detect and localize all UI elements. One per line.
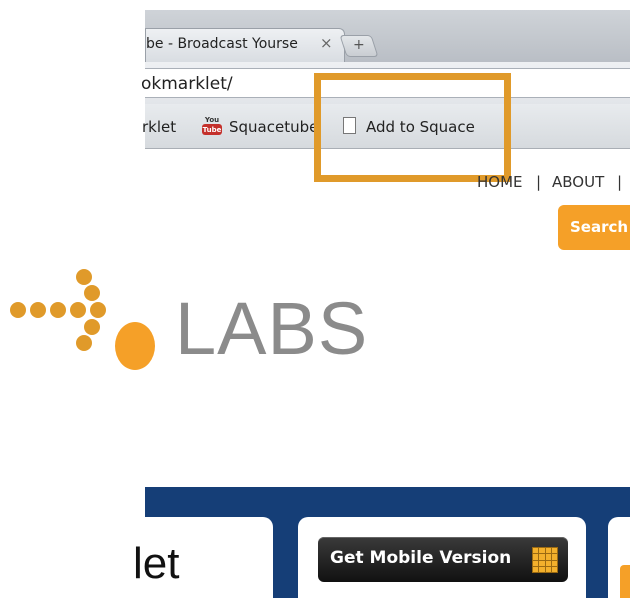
card-accent bbox=[620, 565, 630, 598]
get-mobile-version-button[interactable]: Get Mobile Version bbox=[318, 537, 568, 582]
arrow-icon bbox=[10, 269, 106, 351]
nav-home[interactable]: HOME bbox=[477, 173, 523, 191]
logo-mark bbox=[115, 322, 155, 370]
close-icon[interactable]: × bbox=[320, 34, 333, 52]
youtube-icon-bottom: Tube bbox=[203, 126, 222, 134]
url-text: okmarklet/ bbox=[141, 74, 233, 94]
bookmark-squacetube[interactable]: Squacetube bbox=[229, 118, 318, 136]
feature-card-heading: let bbox=[133, 539, 180, 588]
browser-tab[interactable]: be - Broadcast Yourse × bbox=[145, 28, 345, 62]
youtube-icon: You Tube bbox=[202, 116, 222, 135]
grid-icon bbox=[532, 547, 558, 573]
nav-about[interactable]: ABOUT bbox=[552, 173, 604, 191]
mobile-button-label: Get Mobile Version bbox=[330, 548, 512, 568]
new-tab-button[interactable]: + bbox=[339, 35, 379, 57]
youtube-icon-top: You bbox=[204, 116, 219, 124]
plus-icon: + bbox=[352, 37, 365, 53]
bookmark-bookmarklet[interactable]: rklet bbox=[142, 118, 176, 136]
highlight-box bbox=[314, 73, 511, 182]
labs-logo: LABS bbox=[175, 287, 369, 370]
nav-separator: | bbox=[617, 173, 623, 191]
nav-separator: | bbox=[536, 173, 542, 191]
search-button[interactable]: Search bbox=[558, 205, 630, 250]
tab-title: be - Broadcast Yourse bbox=[146, 36, 298, 52]
